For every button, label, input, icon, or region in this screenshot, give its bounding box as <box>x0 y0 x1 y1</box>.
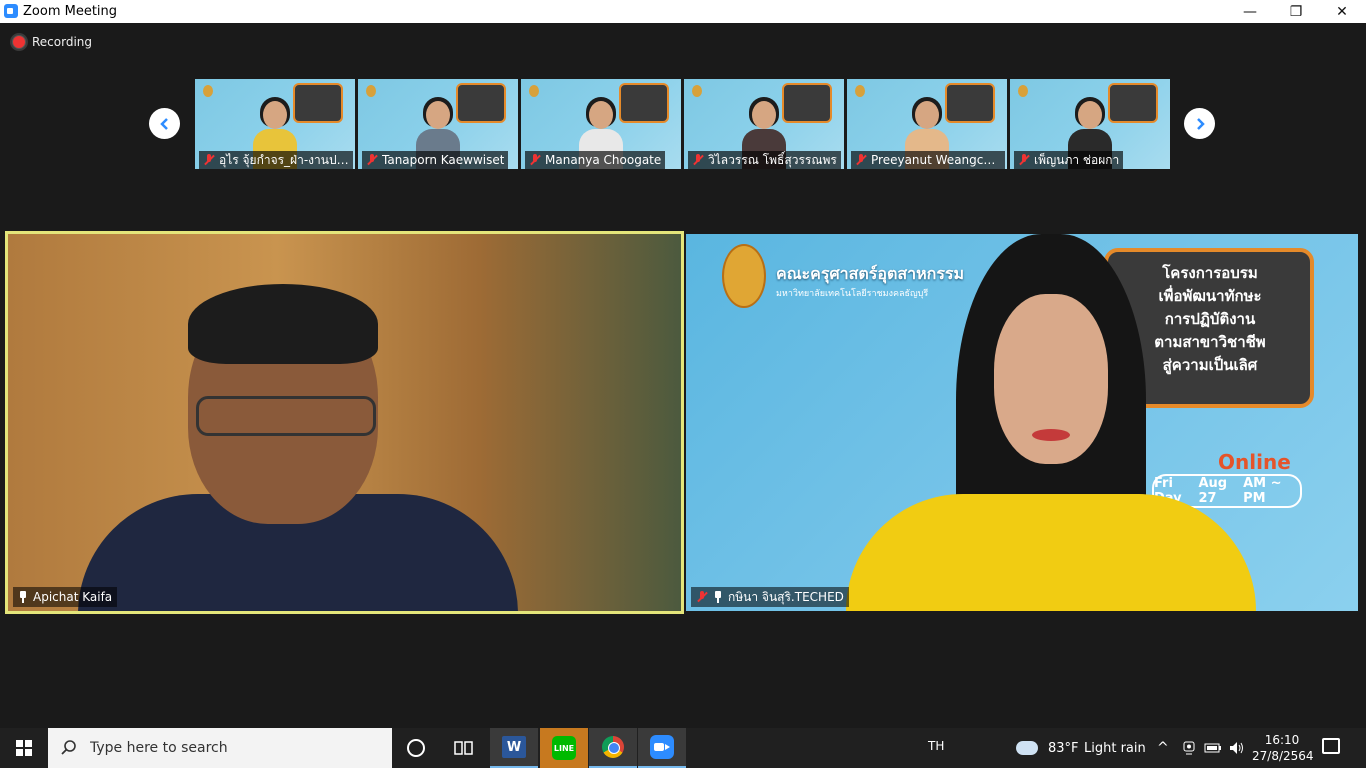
weather-description[interactable]: Light rain <box>1084 741 1146 756</box>
weather-temperature[interactable]: 83°F <box>1048 741 1079 756</box>
speaker-name: Apichat Kaifa <box>33 590 113 604</box>
notification-center-icon[interactable] <box>1322 738 1340 754</box>
windows-icon <box>16 740 32 756</box>
chevron-right-icon <box>1196 117 1205 130</box>
chevron-up-icon[interactable]: ^ <box>1157 740 1169 756</box>
gallery-previous-button[interactable] <box>149 108 180 139</box>
banner-bubble <box>456 83 506 123</box>
participant-name: Mananya Choogate <box>545 153 662 167</box>
faculty-logo <box>855 85 865 97</box>
close-button[interactable]: ✕ <box>1319 0 1365 23</box>
participant-image <box>836 234 1266 611</box>
weather-cloud-icon <box>1016 741 1038 755</box>
faculty-logo <box>1018 85 1028 97</box>
search-input[interactable] <box>88 739 382 757</box>
mic-muted-icon <box>855 154 867 166</box>
input-language[interactable]: TH <box>928 739 944 753</box>
zoom-app-icon <box>4 4 18 18</box>
speaker-image <box>78 284 518 611</box>
mic-muted-icon <box>366 154 378 166</box>
chrome-icon <box>602 736 624 758</box>
webcam-icon[interactable] <box>1182 741 1196 755</box>
mic-muted-icon <box>1018 154 1030 166</box>
chrome-taskbar-button[interactable] <box>589 728 637 768</box>
faculty-logo <box>692 85 702 97</box>
search-icon <box>61 740 76 755</box>
participant-thumbnail[interactable]: เพ็ญนภา ช่อผกา <box>1010 79 1170 169</box>
pin-icon <box>713 591 723 603</box>
banner-bubble <box>782 83 832 123</box>
faculty-logo <box>203 85 213 97</box>
participant-name: Preeyanut Weangcha... <box>871 153 1001 167</box>
line-taskbar-button[interactable]: LINE <box>540 728 588 768</box>
zoom-taskbar-button[interactable] <box>638 728 686 768</box>
participant-thumbnail[interactable]: Preeyanut Weangcha... <box>847 79 1007 169</box>
minimize-button[interactable]: — <box>1227 0 1273 23</box>
mic-muted-icon <box>692 154 704 166</box>
word-taskbar-button[interactable]: W <box>490 728 538 768</box>
volume-icon[interactable] <box>1228 740 1246 756</box>
pinned-participant-video[interactable]: คณะครุศาสตร์อุตสาหกรรม มหาวิทยาลัยเทคโนโ… <box>686 234 1358 611</box>
participant-thumbnail[interactable]: Mananya Choogate <box>521 79 681 169</box>
banner-bubble <box>293 83 343 123</box>
recording-indicator[interactable]: Recording <box>12 35 92 49</box>
mic-muted-icon <box>203 154 215 166</box>
clock-date: 27/8/2564 <box>1252 749 1314 763</box>
start-button[interactable] <box>0 728 48 768</box>
speaker-name-label: Apichat Kaifa <box>13 587 118 607</box>
battery-icon[interactable] <box>1204 742 1222 754</box>
participant-name: วิไลวรรณ โพธิ์สุวรรณพร <box>708 152 837 167</box>
taskbar-clock[interactable]: 16:10 27/8/2564 <box>1252 732 1314 764</box>
taskbar-search[interactable] <box>48 728 392 768</box>
participant-name: อุไร จุ้ยกำจร_ฝ่า-งานประ... <box>219 152 349 167</box>
title-bar: Zoom Meeting — ❐ ✕ <box>0 0 1366 23</box>
chevron-left-icon <box>159 117 168 130</box>
task-view-button[interactable] <box>440 728 488 768</box>
participant-name: กษินา จินสุริ.TECHED <box>728 589 844 604</box>
banner-bubble <box>1108 83 1158 123</box>
word-icon: W <box>502 736 526 758</box>
mic-muted-icon <box>696 591 708 603</box>
pin-icon <box>18 591 28 603</box>
restore-button[interactable]: ❐ <box>1273 0 1319 23</box>
university-logo <box>722 244 766 308</box>
participant-thumbnail[interactable]: วิไลวรรณ โพธิ์สุวรรณพร <box>684 79 844 169</box>
participant-name-label: กษินา จินสุริ.TECHED <box>691 587 849 607</box>
participant-thumbnail[interactable]: อุไร จุ้ยกำจร_ฝ่า-งานประ... <box>195 79 355 169</box>
gallery-next-button[interactable] <box>1184 108 1215 139</box>
windows-taskbar: W LINE TH 83°F Light rain ^ 16:10 27/8/2… <box>0 728 1366 768</box>
banner-bubble <box>945 83 995 123</box>
participant-name: เพ็ญนภา ช่อผกา <box>1034 152 1120 167</box>
faculty-logo <box>366 85 376 97</box>
recording-label: Recording <box>32 35 93 49</box>
clock-time: 16:10 <box>1264 733 1300 747</box>
record-icon <box>12 35 26 49</box>
banner-bubble <box>619 83 669 123</box>
task-view-icon <box>454 741 473 755</box>
cortana-icon <box>407 739 425 757</box>
line-icon: LINE <box>552 736 576 760</box>
cortana-button[interactable] <box>392 728 440 768</box>
faculty-logo <box>529 85 539 97</box>
participant-name: Tanaporn Kaewwiset <box>382 153 505 167</box>
mic-muted-icon <box>529 154 541 166</box>
window-title: Zoom Meeting <box>23 4 118 19</box>
zoom-icon <box>650 735 674 759</box>
participant-thumbnail[interactable]: Tanaporn Kaewwiset <box>358 79 518 169</box>
active-speaker-video[interactable]: Apichat Kaifa <box>5 231 684 614</box>
